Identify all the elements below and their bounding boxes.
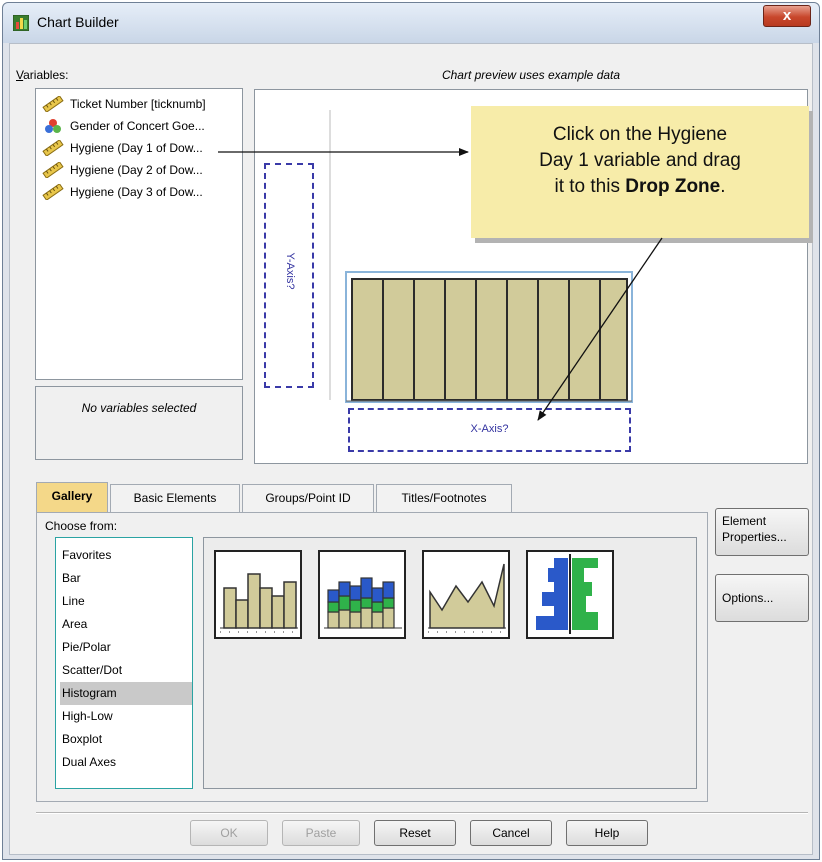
x-axis-drop-label: X-Axis? [470,423,509,435]
tab-basic-elements[interactable]: Basic Elements [110,484,240,512]
chart-builder-tabs: Gallery Basic Elements Groups/Point ID T… [36,482,536,512]
variable-item-hygiene-day2[interactable]: Hygiene (Day 2 of Dow... [42,159,203,181]
list-item-dual-axes[interactable]: Dual Axes [60,751,192,774]
chart-builder-app-icon [13,15,29,31]
window-title: Chart Builder [37,14,119,30]
callout-drop-zone-bold: Drop Zone [625,176,721,197]
title-bar[interactable]: Chart Builder x [3,3,819,43]
variable-item-ticket-number[interactable]: Ticket Number [ticknumb] [42,93,206,115]
variable-label: Hygiene (Day 3 of Dow... [70,185,203,199]
list-item-high-low[interactable]: High-Low [60,705,192,728]
ruler-scale-icon [42,96,64,112]
variable-item-hygiene-day1[interactable]: Hygiene (Day 1 of Dow... [42,137,203,159]
callout-line3-suffix: . [720,176,726,197]
variable-list[interactable]: Ticket Number [ticknumb] Gender of Conce… [35,88,243,380]
choose-from-label: Choose from: [45,519,118,533]
list-item-boxplot[interactable]: Boxplot [60,728,192,751]
y-axis-drop-zone[interactable]: Y-Axis? [264,163,314,388]
simple-histogram-icon[interactable] [214,550,302,639]
no-variables-selected-text: No variables selected [81,401,197,415]
element-properties-button[interactable]: Element Properties... [715,508,809,556]
histogram-bars [351,278,628,401]
preview-caption: Chart preview uses example data [441,68,621,82]
list-item-pie-polar[interactable]: Pie/Polar [60,636,192,659]
callout-line1: Click on the Hygiene [552,124,728,145]
variable-item-gender[interactable]: Gender of Concert Goe... [42,115,205,137]
bottom-separator [36,812,808,814]
reset-button[interactable]: Reset [374,820,456,846]
variable-label: Gender of Concert Goe... [70,119,205,133]
stacked-histogram-icon[interactable] [318,550,406,639]
variable-info-panel: No variables selected [35,386,243,460]
list-item-area[interactable]: Area [60,613,192,636]
options-button[interactable]: Options... [715,574,809,622]
callout-line3: it to this Drop Zone. [471,174,809,200]
gallery-thumbnails-area [203,537,697,789]
callout-line3-prefix: it to this [554,176,626,197]
list-item-scatter-dot[interactable]: Scatter/Dot [60,659,192,682]
y-axis-drop-label: Y-Axis? [284,252,296,290]
nominal-circles-icon [45,119,61,133]
close-button[interactable]: x [763,5,811,27]
gallery-panel: Choose from: Favorites Bar Line Area Pie… [36,512,708,802]
list-item-line[interactable]: Line [60,590,192,613]
cancel-button[interactable]: Cancel [470,820,552,846]
variable-label: Hygiene (Day 2 of Dow... [70,163,203,177]
help-button[interactable]: Help [566,820,648,846]
variable-label: Hygiene (Day 1 of Dow... [70,141,203,155]
frequency-polygon-icon[interactable] [422,550,510,639]
variables-label: Variables: [16,68,68,82]
variable-label: Ticket Number [ticknumb] [70,97,206,111]
chart-type-list[interactable]: Favorites Bar Line Area Pie/Polar Scatte… [55,537,193,789]
list-item-histogram[interactable]: Histogram [60,682,192,705]
x-axis-drop-zone[interactable]: X-Axis? [348,408,631,452]
ok-button[interactable]: OK [190,820,268,846]
callout-line2: Day 1 variable and drag [539,150,741,171]
instruction-callout: Click on the Hygiene Day 1 variable and … [471,106,809,238]
variable-item-hygiene-day3[interactable]: Hygiene (Day 3 of Dow... [42,181,203,203]
ruler-scale-icon [42,140,64,156]
variables-label-rest: ariables: [23,68,69,82]
population-pyramid-icon[interactable] [526,550,614,639]
list-item-bar[interactable]: Bar [60,567,192,590]
ruler-scale-icon [42,184,64,200]
tab-groups-point-id[interactable]: Groups/Point ID [242,484,374,512]
paste-button[interactable]: Paste [282,820,360,846]
tab-titles-footnotes[interactable]: Titles/Footnotes [376,484,512,512]
element-properties-line2: Properties... [722,530,787,544]
close-icon: x [782,7,792,24]
element-properties-line1: Element [722,514,767,528]
ruler-scale-icon [42,162,64,178]
list-item-favorites[interactable]: Favorites [60,544,192,567]
tab-gallery[interactable]: Gallery [36,482,108,512]
